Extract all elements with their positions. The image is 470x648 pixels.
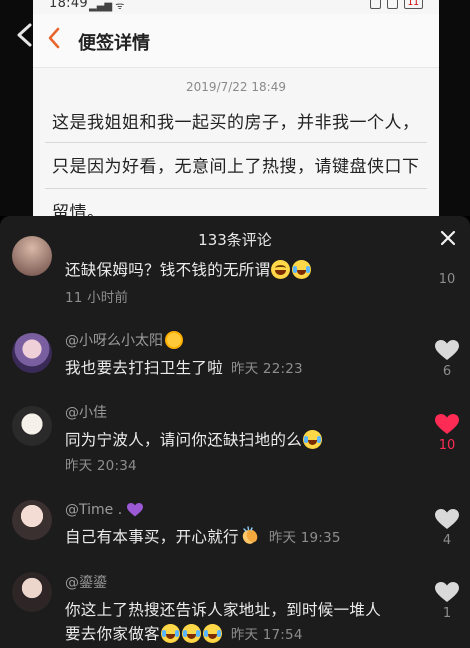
memo-screenshot: 18:49 ▂▄▆ ᯤ 11 便签详情 2019/7/22 18:49 这是我姐…: [33, 0, 439, 216]
memo-title: 便签详情: [78, 33, 150, 54]
memo-divider: [45, 188, 427, 189]
clap-emoji: [240, 526, 260, 546]
like-count: 10: [438, 272, 456, 287]
close-icon[interactable]: [438, 228, 458, 248]
comments-panel: 133条评论 还缺保姆吗？钱不钱的无所谓 11 小时前 10 @小呀么小太阳 我…: [0, 216, 470, 648]
silent-icon: [386, 0, 398, 9]
laugh-emoji: [271, 260, 291, 279]
memo-text-line: 只是因为好看，无意间上了热搜，请键盘侠口下: [52, 157, 420, 177]
avatar[interactable]: [12, 333, 52, 373]
like-count: 6: [442, 364, 452, 379]
comment-time: 昨天 20:34: [65, 458, 137, 474]
like-button[interactable]: 6: [434, 340, 460, 379]
like-button[interactable]: 4: [434, 509, 460, 548]
like-count: 4: [442, 533, 452, 548]
like-button-active[interactable]: 10: [434, 414, 460, 453]
comment-text: 同为宁波人，请问你还缺扫地的么: [65, 431, 303, 449]
alarm-icon: [369, 0, 381, 9]
heart-icon: [435, 340, 459, 360]
comment-count-title: 133条评论: [198, 231, 272, 249]
like-button[interactable]: 10: [434, 254, 460, 287]
cry-laugh-emoji: [292, 260, 312, 279]
avatar[interactable]: [12, 236, 52, 276]
memo-text-line: 这是我姐姐和我一起买的房子，并非我一个人，: [52, 113, 420, 133]
commenter-name[interactable]: @Time .: [65, 502, 122, 518]
comment-time: 11 小时前: [65, 290, 129, 306]
avatar[interactable]: [12, 500, 52, 540]
heart-icon: [435, 509, 459, 529]
memo-text-line: 留情。: [52, 203, 105, 216]
memo-divider: [45, 142, 427, 143]
comment-time: 昨天 17:54: [230, 627, 303, 643]
avatar[interactable]: [12, 572, 52, 612]
sun-emoji: [167, 333, 181, 347]
comment-text: 自己有本事买，开心就行: [65, 528, 239, 546]
comment-text: 你这上了热搜还告诉人家地址，到时候一堆人: [65, 601, 382, 619]
comment-time: 昨天 22:23: [231, 361, 303, 377]
comment-text: 还缺保姆吗？钱不钱的无所谓: [65, 261, 271, 279]
commenter-name[interactable]: @小佳: [65, 404, 410, 422]
battery-icon: 11: [403, 0, 423, 9]
like-button[interactable]: 1: [434, 582, 460, 621]
memo-status-time: 18:49: [49, 0, 88, 11]
commenter-name[interactable]: @小呀么小太阳: [65, 333, 163, 349]
avatar[interactable]: [12, 406, 52, 446]
commenter-name[interactable]: @鎏鎏: [65, 574, 426, 592]
memo-date: 2019/7/22 18:49: [186, 80, 286, 94]
purple-heart-emoji: [127, 503, 144, 517]
memo-back-icon: [47, 27, 61, 53]
signal-icon: ▂▄▆ ᯤ: [89, 1, 125, 12]
comment-text: 我也要去打扫卫生了啦: [65, 359, 224, 377]
comment-time: 昨天 19:35: [268, 530, 341, 546]
like-count: 10: [438, 438, 456, 453]
cry-laugh-emoji: [160, 624, 180, 643]
cry-laugh-emoji: [202, 624, 222, 643]
like-count: 1: [442, 606, 452, 621]
comments-header: 133条评论: [0, 216, 470, 260]
cry-laugh-emoji: [303, 430, 323, 449]
heart-icon: [435, 582, 459, 602]
heart-filled-icon: [435, 414, 459, 434]
memo-status-bar: 18:49 ▂▄▆ ᯤ 11: [33, 0, 439, 14]
comment-text: 要去你家做客: [65, 625, 160, 643]
memo-header: 便签详情: [33, 14, 439, 68]
video-background: 18:49 ▂▄▆ ᯤ 11 便签详情 2019/7/22 18:49 这是我姐…: [0, 0, 470, 216]
cry-laugh-emoji: [181, 624, 201, 643]
